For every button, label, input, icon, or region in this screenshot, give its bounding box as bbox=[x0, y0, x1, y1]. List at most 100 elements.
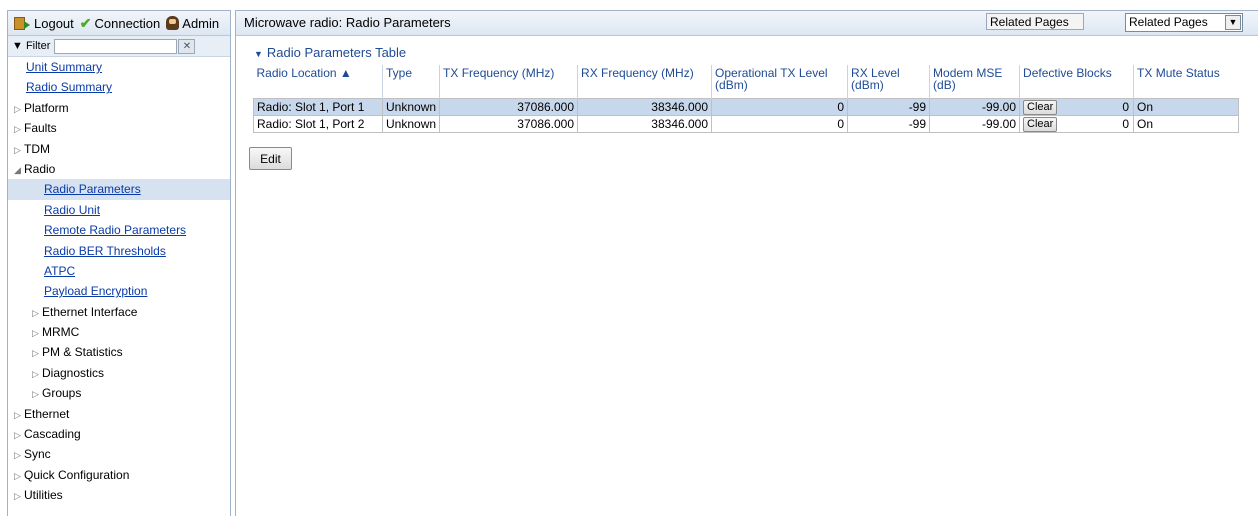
cell-radio-location: Radio: Slot 1, Port 2 bbox=[253, 115, 383, 133]
collapsed-arrow-icon[interactable]: ▷ bbox=[32, 343, 42, 363]
tree-node-cascading[interactable]: ▷ Cascading bbox=[8, 424, 230, 444]
collapsed-arrow-icon[interactable]: ▷ bbox=[14, 486, 24, 506]
column-header-defective-blocks[interactable]: Defective Blocks bbox=[1019, 65, 1134, 99]
table-title: Radio Parameters Table bbox=[266, 45, 407, 60]
logout-label: Logout bbox=[34, 15, 74, 31]
column-header-type[interactable]: Type bbox=[381, 65, 440, 99]
column-header-tx-frequency[interactable]: TX Frequency (MHz) bbox=[439, 65, 578, 99]
tree-node-label: Radio bbox=[24, 161, 56, 176]
collapsed-arrow-icon[interactable]: ▷ bbox=[14, 466, 24, 486]
tree-node-diagnostics[interactable]: ▷ Diagnostics bbox=[8, 363, 230, 383]
collapsed-arrow-icon[interactable]: ▷ bbox=[32, 323, 42, 343]
cell-tx-frequency: 37086.000 bbox=[439, 98, 579, 116]
table-row[interactable]: Radio: Slot 1, Port 1 Unknown 37086.000 … bbox=[253, 98, 1240, 116]
column-header-modem-mse[interactable]: Modem MSE (dB) bbox=[929, 65, 1020, 99]
cell-modem-mse: -99.00 bbox=[929, 98, 1021, 116]
cell-defective-blocks: Clear 0 bbox=[1019, 115, 1135, 133]
defective-blocks-value: 0 bbox=[1122, 117, 1130, 131]
related-pages-field[interactable]: Related Pages bbox=[986, 13, 1084, 30]
page-title: Microwave radio: Radio Parameters bbox=[244, 15, 451, 30]
tree-node-utilities[interactable]: ▷ Utilities bbox=[8, 485, 230, 505]
table-section-toggle[interactable]: ▼ Radio Parameters Table bbox=[254, 45, 406, 60]
filter-toggle[interactable]: ▼ Filter bbox=[12, 40, 50, 52]
tree-node-radio-unit[interactable]: Radio Unit bbox=[8, 200, 230, 220]
cell-operational-tx-level: 0 bbox=[711, 115, 849, 133]
related-pages-select-value: Related Pages bbox=[1129, 15, 1208, 29]
tree-node-radio[interactable]: ◢ Radio bbox=[8, 159, 230, 179]
radio-parameters-table: Radio Location ▲ Type TX Frequency (MHz)… bbox=[253, 65, 1240, 133]
tree-node-radio-parameters[interactable]: Radio Parameters bbox=[8, 179, 230, 200]
admin-label: Admin bbox=[182, 15, 220, 31]
tree-node-unit-summary[interactable]: Unit Summary bbox=[8, 57, 230, 77]
filter-clear-button[interactable]: ✕ bbox=[178, 38, 196, 54]
filter-input[interactable] bbox=[54, 38, 178, 54]
tree-node-label: Quick Configuration bbox=[24, 467, 130, 482]
tree-node-label: ATPC bbox=[44, 263, 76, 278]
collapsed-arrow-icon[interactable]: ▷ bbox=[14, 445, 24, 465]
tree-node-label: Sync bbox=[24, 447, 51, 462]
collapsed-arrow-icon[interactable]: ▷ bbox=[32, 364, 42, 384]
column-header-rx-level[interactable]: RX Level (dBm) bbox=[847, 65, 930, 99]
tree-node-label: Radio Summary bbox=[26, 80, 113, 95]
tree-node-radio-ber-thresholds[interactable]: Radio BER Thresholds bbox=[8, 241, 230, 261]
cell-modem-mse: -99.00 bbox=[929, 115, 1021, 133]
column-header-radio-location[interactable]: Radio Location ▲ bbox=[253, 65, 383, 99]
cell-rx-level: -99 bbox=[847, 98, 931, 116]
column-header-rx-frequency[interactable]: RX Frequency (MHz) bbox=[577, 65, 712, 99]
cell-tx-frequency: 37086.000 bbox=[439, 115, 579, 133]
tree-node-mrmc[interactable]: ▷ MRMC bbox=[8, 322, 230, 342]
tree-node-platform[interactable]: ▷ Platform bbox=[8, 98, 230, 118]
logout-button[interactable]: Logout bbox=[14, 16, 74, 31]
tree-node-groups[interactable]: ▷ Groups bbox=[8, 383, 230, 403]
tree-node-label: Diagnostics bbox=[42, 365, 105, 380]
clear-defective-blocks-button[interactable]: Clear bbox=[1023, 100, 1058, 115]
cell-rx-level: -99 bbox=[847, 115, 931, 133]
tree-node-label: Unit Summary bbox=[26, 60, 103, 74]
tree-node-label: TDM bbox=[24, 141, 50, 156]
related-pages-select[interactable]: Related Pages ▼ bbox=[1125, 13, 1243, 32]
collapsed-arrow-icon[interactable]: ▷ bbox=[32, 303, 42, 323]
chevron-down-icon[interactable]: ▼ bbox=[1225, 15, 1241, 30]
main-panel: Microwave radio: Radio Parameters Relate… bbox=[235, 10, 1258, 516]
connection-label: Connection bbox=[94, 15, 161, 31]
connection-button[interactable]: ✔ Connection bbox=[80, 15, 161, 32]
tree-node-sync[interactable]: ▷ Sync bbox=[8, 444, 230, 464]
column-header-operational-tx-level[interactable]: Operational TX Level (dBm) bbox=[711, 65, 848, 99]
tree-node-atpc[interactable]: ATPC bbox=[8, 261, 230, 281]
filter-bar: ▼ Filter ✕ bbox=[8, 36, 230, 57]
tree-node-quick-configuration[interactable]: ▷ Quick Configuration bbox=[8, 465, 230, 485]
session-toolbar: Logout ✔ Connection Admin bbox=[8, 11, 230, 36]
tree-node-pm-statistics[interactable]: ▷ PM & Statistics bbox=[8, 342, 230, 362]
clear-defective-blocks-button[interactable]: Clear bbox=[1023, 117, 1058, 132]
tree-node-label: Remote Radio Parameters bbox=[44, 223, 187, 238]
tree-node-ethernet[interactable]: ▷ Ethernet bbox=[8, 404, 230, 424]
user-icon bbox=[166, 16, 180, 30]
logout-icon bbox=[14, 16, 30, 30]
tree-node-faults[interactable]: ▷ Faults bbox=[8, 118, 230, 138]
edit-button[interactable]: Edit bbox=[249, 147, 292, 170]
collapsed-arrow-icon[interactable]: ▷ bbox=[14, 425, 24, 445]
cell-rx-frequency: 38346.000 bbox=[577, 98, 713, 116]
column-header-tx-mute-status[interactable]: TX Mute Status bbox=[1133, 65, 1239, 99]
tree-node-radio-summary[interactable]: Radio Summary bbox=[8, 77, 230, 97]
tree-node-payload-encryption[interactable]: Payload Encryption bbox=[8, 281, 230, 301]
collapsed-arrow-icon[interactable]: ▷ bbox=[14, 405, 24, 425]
tree-node-label: Radio BER Thresholds bbox=[44, 243, 166, 258]
admin-button[interactable]: Admin bbox=[166, 16, 219, 31]
defective-blocks-value: 0 bbox=[1122, 100, 1130, 114]
collapsed-arrow-icon[interactable]: ▷ bbox=[14, 99, 24, 119]
tree-node-ethernet-interface[interactable]: ▷ Ethernet Interface bbox=[8, 302, 230, 322]
tree-node-label: Ethernet bbox=[24, 406, 70, 421]
table-row[interactable]: Radio: Slot 1, Port 2 Unknown 37086.000 … bbox=[253, 115, 1240, 133]
tree-node-remote-radio-parameters[interactable]: Remote Radio Parameters bbox=[8, 220, 230, 240]
collapsed-arrow-icon[interactable]: ▷ bbox=[32, 384, 42, 404]
tree-node-label: Cascading bbox=[24, 427, 81, 442]
expanded-arrow-icon[interactable]: ◢ bbox=[14, 160, 24, 180]
cell-defective-blocks: Clear 0 bbox=[1019, 98, 1135, 116]
tree-node-label: Radio Parameters bbox=[44, 182, 141, 197]
cell-tx-mute-status: On bbox=[1133, 98, 1240, 116]
tree-node-label: PM & Statistics bbox=[42, 345, 123, 360]
collapsed-arrow-icon[interactable]: ▷ bbox=[14, 119, 24, 139]
tree-node-tdm[interactable]: ▷ TDM bbox=[8, 139, 230, 159]
collapsed-arrow-icon[interactable]: ▷ bbox=[14, 140, 24, 160]
